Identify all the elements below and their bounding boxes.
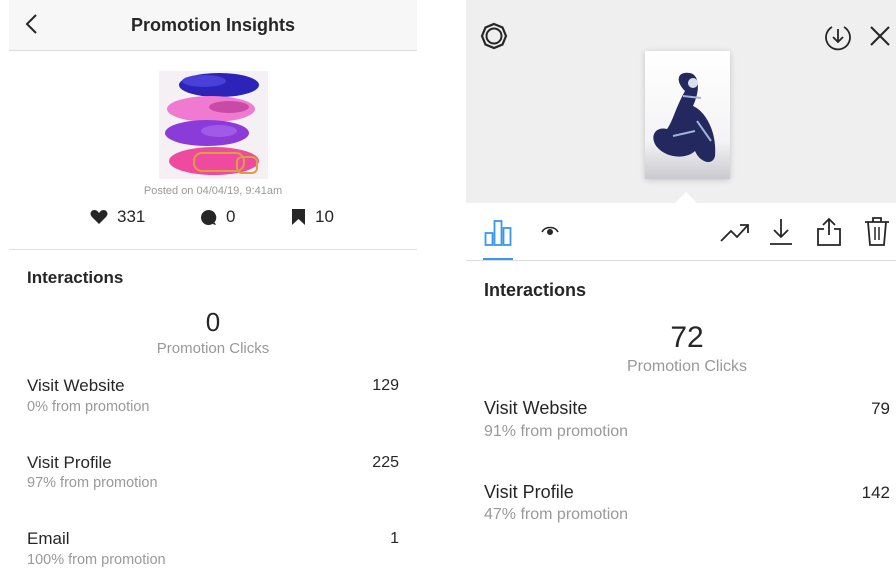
row-title: Visit Profile [27,453,112,472]
active-tab-indicator [483,258,513,260]
bar-chart-icon[interactable] [484,219,512,247]
row-title: Visit Website [27,376,125,395]
story-preview-area [466,0,896,203]
interactions-heading: Interactions [27,268,124,287]
likes-stat: 331 [90,206,145,228]
row-value: 129 [372,377,399,394]
promotion-clicks-value: 72 [670,321,704,354]
row-title: Visit Profile [484,482,574,502]
bookmark-icon [292,209,305,225]
likes-count: 331 [117,207,146,226]
promotion-clicks-value: 0 [205,307,221,337]
page-title: Promotion Insights [131,15,295,35]
download-circle-icon[interactable] [823,22,853,52]
trash-icon[interactable] [864,216,890,247]
comments-count: 0 [226,207,236,226]
saves-stat: 10 [291,206,334,228]
saves-count: 10 [315,207,334,226]
comments-stat: 0 [200,206,235,228]
row-value: 225 [372,454,399,471]
settings-icon[interactable] [480,22,508,50]
download-icon[interactable] [768,217,794,247]
interactions-heading: Interactions [484,280,587,300]
row-value: 142 [861,483,890,502]
promotion-clicks-label: Promotion Clicks [626,358,748,375]
row-value: 79 [871,399,890,418]
posted-date: Posted on 04/04/19, 9:41am [143,185,283,197]
row-subtitle: 47% from promotion [484,506,629,523]
divider [9,249,417,250]
row-subtitle: 0% from promotion [27,399,150,415]
row-subtitle: 100% from promotion [27,552,166,568]
comment-icon [201,209,217,225]
insights-toolbar [466,203,896,261]
row-value: 1 [390,530,399,547]
row-subtitle: 91% from promotion [484,423,629,440]
close-icon[interactable] [868,24,892,48]
row-title: Email [27,529,70,548]
header-bar: Promotion Insights [9,0,417,51]
promotion-insights-screen: Promotion Insights Posted on 04/04/19, 9… [9,0,417,569]
eye-icon[interactable] [541,225,559,237]
heart-icon [90,210,108,224]
row-title: Visit Website [484,398,588,418]
story-thumbnail[interactable] [645,51,730,179]
trending-icon[interactable] [720,221,750,243]
story-insights-screen: Interactions 72 Promotion Clicks Visit W… [466,0,896,569]
post-thumbnail[interactable] [159,71,268,179]
row-subtitle: 97% from promotion [27,475,158,491]
promotion-clicks-label: Promotion Clicks [156,340,270,357]
preview-pointer [675,192,697,203]
share-icon[interactable] [816,216,842,247]
